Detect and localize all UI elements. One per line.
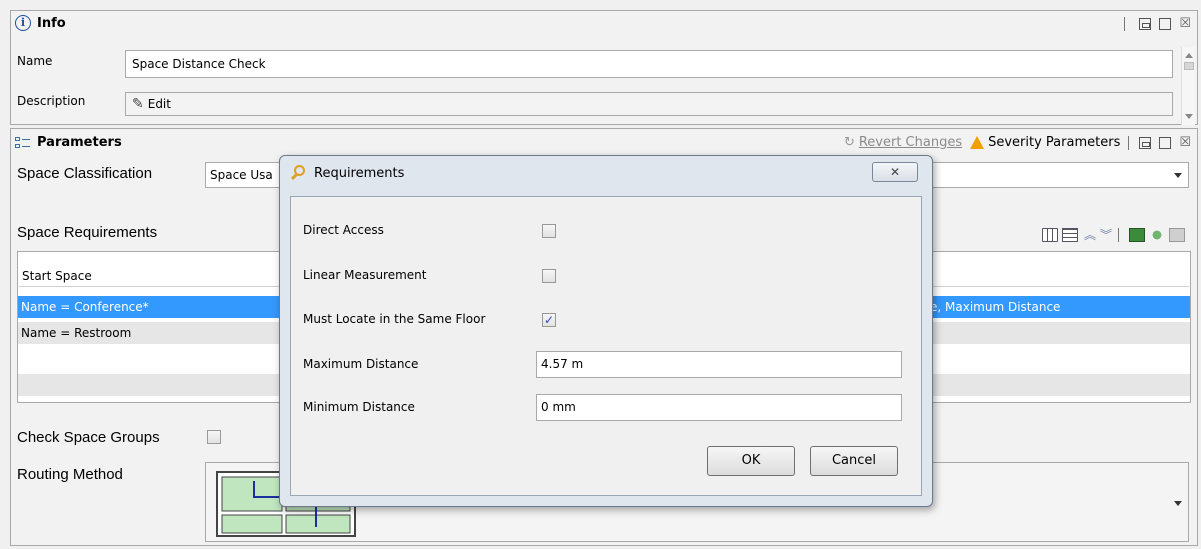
revert-icon: ↻ xyxy=(843,135,855,150)
info-header: i Info xyxy=(15,15,66,31)
delete-icon[interactable] xyxy=(1169,227,1185,242)
chevron-down-icon xyxy=(1174,501,1182,506)
check-space-groups-label: Check Space Groups xyxy=(17,429,160,446)
close-icon[interactable]: ☒ xyxy=(1179,16,1191,31)
info-title: Info xyxy=(37,15,66,31)
linear-measurement-label: Linear Measurement xyxy=(303,268,427,282)
revert-changes-link[interactable]: Revert Changes xyxy=(859,135,962,150)
name-field[interactable]: Space Distance Check xyxy=(125,50,1173,78)
direct-access-label: Direct Access xyxy=(303,223,384,237)
parameters-toolbar: ↻ Revert Changes Severity Parameters ☒ xyxy=(844,135,1191,150)
edit-icon: ✎ xyxy=(132,96,144,112)
edit-button[interactable]: ✎ Edit xyxy=(132,96,171,112)
move-down-icon[interactable]: ︾ xyxy=(1100,226,1112,243)
parameters-icon xyxy=(15,136,31,150)
info-scrollbar[interactable] xyxy=(1181,47,1195,125)
info-icon: i xyxy=(15,15,31,31)
dialog-title-bar: Requirements xyxy=(290,164,404,182)
direct-access-checkbox[interactable] xyxy=(542,224,556,238)
requirements-dialog: Requirements ✕ Direct Access Linear Meas… xyxy=(279,155,933,507)
import-icon[interactable] xyxy=(1129,227,1145,242)
dialog-close-button[interactable]: ✕ xyxy=(872,162,918,182)
same-floor-checkbox[interactable] xyxy=(542,313,556,327)
maximize-icon[interactable] xyxy=(1159,17,1172,30)
same-floor-label: Must Locate in the Same Floor xyxy=(303,312,486,326)
close-icon: ✕ xyxy=(889,165,901,179)
ok-button[interactable]: OK xyxy=(707,446,795,476)
linear-measurement-checkbox[interactable] xyxy=(542,269,556,283)
check-space-groups-checkbox[interactable] xyxy=(207,430,221,444)
space-classification-label: Space Classification xyxy=(17,165,153,182)
dialog-title: Requirements xyxy=(314,165,405,181)
parameters-title: Parameters xyxy=(37,135,122,150)
restore-icon[interactable] xyxy=(1139,136,1152,149)
sync-icon[interactable] xyxy=(1149,227,1165,242)
dialog-body: Direct Access Linear Measurement Must Lo… xyxy=(290,196,922,496)
severity-parameters-link[interactable]: Severity Parameters xyxy=(988,135,1120,150)
parameters-header: Parameters xyxy=(15,135,122,150)
description-field[interactable]: ✎ Edit xyxy=(125,92,1173,116)
close-icon[interactable]: ☒ xyxy=(1179,135,1191,150)
routing-method-label: Routing Method xyxy=(17,466,123,483)
max-distance-input[interactable]: 4.57 m xyxy=(536,351,902,378)
requirements-toolbar: ︽ ︾ xyxy=(1038,226,1185,243)
requirements-icon xyxy=(290,164,308,182)
min-distance-label: Minimum Distance xyxy=(303,400,415,414)
move-up-icon[interactable]: ︽ xyxy=(1084,226,1096,243)
restore-icon[interactable] xyxy=(1139,17,1152,30)
warning-icon xyxy=(970,136,985,149)
add-row-icon[interactable] xyxy=(1041,227,1058,242)
name-label: Name xyxy=(17,54,53,68)
max-distance-label: Maximum Distance xyxy=(303,357,419,371)
description-label: Description xyxy=(17,94,86,108)
min-distance-input[interactable]: 0 mm xyxy=(536,394,902,421)
chevron-down-icon xyxy=(1174,173,1182,178)
info-window-controls: ☒ xyxy=(1124,16,1191,31)
cancel-button[interactable]: Cancel xyxy=(810,446,898,476)
maximize-icon[interactable] xyxy=(1159,136,1172,149)
info-panel: i Info ☒ Name Space Distance Check Descr… xyxy=(10,10,1198,125)
space-requirements-label: Space Requirements xyxy=(17,224,158,241)
edit-row-icon[interactable] xyxy=(1061,227,1078,242)
